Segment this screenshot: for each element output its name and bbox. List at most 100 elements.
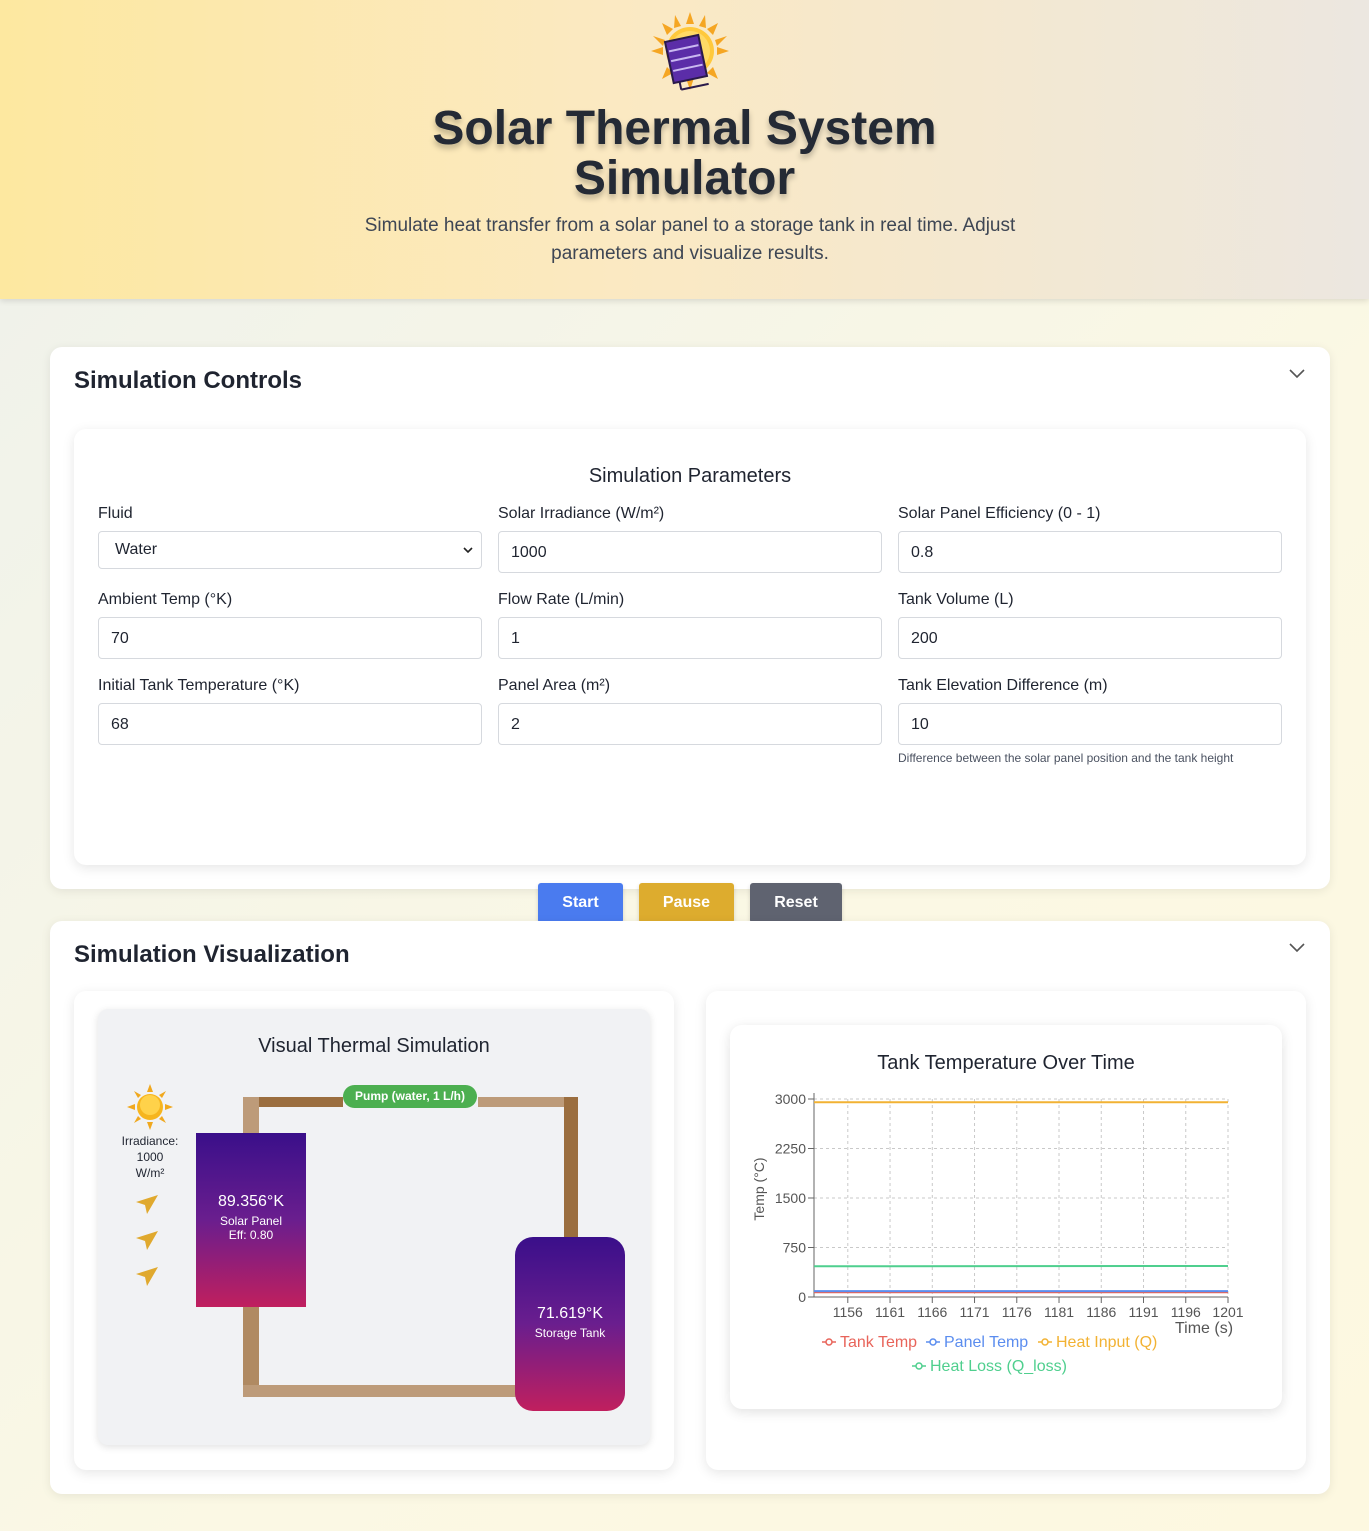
- panel-area-input[interactable]: 2: [498, 703, 882, 745]
- legend-marker-dot: [929, 1338, 937, 1346]
- fluid-field: Fluid Water: [98, 505, 482, 569]
- flow-rate-field: Flow Rate (L/min) 1: [498, 591, 882, 659]
- ambient-temp-input[interactable]: 70: [98, 617, 482, 659]
- initial-tank-temp-label: Initial Tank Temperature (°K): [98, 677, 300, 694]
- irradiance-unit: W/m²: [135, 1166, 165, 1180]
- legend-label: Heat Loss (Q_loss): [930, 1358, 1067, 1375]
- simulation-controls-card: Simulation Controls Simulation Parameter…: [50, 347, 1330, 923]
- chevron-down-icon[interactable]: [1288, 367, 1306, 379]
- visual-simulation-box: Visual Thermal Simulation Irradiance: 10…: [98, 1009, 650, 1445]
- y-tick-label: 0: [798, 1289, 806, 1305]
- sun-ray-arrow-icon: [136, 1267, 158, 1286]
- x-tick-label: 1156: [833, 1304, 863, 1320]
- solar-panel-efficiency: Eff: 0.80: [228, 1228, 274, 1242]
- irradiance-readout: Irradiance: 1000 W/m²: [114, 1133, 186, 1181]
- tank-elevation-field: Tank Elevation Difference (m) 10: [898, 677, 1282, 745]
- irradiance-label: Irradiance:: [121, 1134, 179, 1148]
- chart-title: Tank Temperature Over Time: [877, 1052, 1135, 1074]
- panel-efficiency-label: Solar Panel Efficiency (0 - 1): [898, 505, 1101, 522]
- legend-marker-dot: [915, 1362, 923, 1370]
- storage-tank-temp: 71.619°K: [536, 1305, 603, 1322]
- page-header: Solar Thermal System Simulator Simulate …: [0, 0, 1369, 299]
- x-tick-label: 1166: [917, 1304, 947, 1320]
- title-line-2: Simulator: [573, 152, 796, 205]
- chart-legend: Tank Temp Panel Temp Heat Input (Q) Heat Lo…: [822, 1334, 1157, 1375]
- storage-tank-label: Storage Tank: [534, 1326, 606, 1340]
- tank-temperature-chart: Tank Temperature Over Time 0 750 1500 2250 3…: [751, 1052, 1244, 1375]
- solar-irradiance-field: Solar Irradiance (W/m²) 1000: [498, 505, 882, 573]
- solar-panel-temp: 89.356°K: [217, 1193, 284, 1210]
- pipe-top-right: [478, 1097, 578, 1107]
- tank-elevation-hint: Difference between the solar panel posit…: [898, 751, 1234, 765]
- reset-button[interactable]: Reset: [750, 883, 842, 923]
- simulation-visualization-title: Simulation Visualization: [74, 941, 350, 968]
- simulation-controls-title: Simulation Controls: [74, 367, 302, 394]
- visual-simulation-title: Visual Thermal Simulation: [258, 1035, 490, 1057]
- chart-grid: [814, 1098, 1229, 1298]
- chart-lines: [813, 1101, 1229, 1294]
- pipe-bottom: [243, 1385, 523, 1397]
- legend-marker-dot: [825, 1338, 833, 1346]
- pipe-right-down: [564, 1097, 578, 1237]
- panel-area-field: Panel Area (m²) 2: [498, 677, 882, 745]
- chevron-down-icon[interactable]: [1288, 941, 1306, 953]
- x-tick-label: 1161: [875, 1304, 905, 1320]
- tank-elevation-input[interactable]: 10: [898, 703, 1282, 745]
- pipe-left-top: [243, 1097, 259, 1133]
- tank-elevation-label: Tank Elevation Difference (m): [898, 677, 1108, 694]
- page-title: Solar Thermal System Simulator: [0, 104, 1369, 204]
- initial-tank-temp-input[interactable]: 68: [98, 703, 482, 745]
- y-tick-label: 1500: [775, 1190, 806, 1206]
- x-tick-label: 1196: [1171, 1304, 1201, 1320]
- flow-rate-label: Flow Rate (L/min): [498, 591, 625, 608]
- pipe-left-bottom: [243, 1307, 259, 1395]
- initial-tank-temp-field: Initial Tank Temperature (°K) 68: [98, 677, 482, 745]
- sun-ray-arrow-icon: [136, 1195, 158, 1214]
- title-line-1: Solar Thermal System: [432, 102, 937, 155]
- flow-rate-input[interactable]: 1: [498, 617, 882, 659]
- storage-tank: 71.619°K Storage Tank: [515, 1237, 625, 1411]
- pump-badge: Pump (water, 1 L/h): [343, 1085, 477, 1108]
- y-tick-label: 3000: [775, 1091, 806, 1107]
- ambient-temp-label: Ambient Temp (°K): [98, 591, 233, 608]
- sun-solar-panel-icon: [651, 12, 729, 91]
- ambient-temp-field: Ambient Temp (°K) 70: [98, 591, 482, 659]
- simulation-parameters-panel: Simulation Parameters Fluid Water Solar …: [74, 429, 1306, 923]
- sun-icon: [127, 1084, 173, 1130]
- simulation-visualization-card: Simulation Visualization Visual Thermal …: [50, 921, 1330, 1494]
- solar-irradiance-input[interactable]: 1000: [498, 531, 882, 573]
- x-tick-label: 1181: [1044, 1304, 1074, 1320]
- fluid-select-value: Water: [115, 541, 158, 558]
- chart-x-axis-label: Time (s): [1175, 1320, 1233, 1337]
- fluid-label: Fluid: [98, 505, 133, 522]
- visual-simulation-panel: Visual Thermal Simulation Irradiance: 10…: [74, 991, 674, 1470]
- x-tick-label: 1176: [1002, 1304, 1032, 1320]
- panel-area-label: Panel Area (m²): [498, 677, 611, 694]
- solar-panel-label: Solar Panel: [219, 1214, 283, 1228]
- panel-efficiency-input[interactable]: 0.8: [898, 531, 1282, 573]
- page-subtitle: Simulate heat transfer from a solar pane…: [364, 215, 1016, 264]
- start-button[interactable]: Start: [538, 883, 623, 923]
- pause-button[interactable]: Pause: [639, 883, 734, 923]
- legend-label: Panel Temp: [944, 1334, 1028, 1351]
- tank-volume-input[interactable]: 200: [898, 617, 1282, 659]
- x-tick-label: 1171: [959, 1304, 989, 1320]
- x-tick-label: 1191: [1128, 1304, 1158, 1320]
- legend-marker-dot: [1041, 1338, 1049, 1346]
- tank-volume-field: Tank Volume (L) 200: [898, 591, 1282, 659]
- chart-card: Tank Temperature Over Time 0 750 1500 2250 3…: [730, 1025, 1282, 1409]
- solar-irradiance-label: Solar Irradiance (W/m²): [498, 505, 665, 522]
- panel-efficiency-field: Solar Panel Efficiency (0 - 1) 0.8: [898, 505, 1282, 573]
- simulation-parameters-title: Simulation Parameters: [588, 465, 792, 487]
- fluid-select[interactable]: Water: [98, 531, 482, 569]
- y-tick-label: 750: [783, 1240, 807, 1256]
- chart-y-axis-label: Temp (°C): [751, 1157, 767, 1220]
- irradiance-value: 1000: [136, 1150, 164, 1164]
- chevron-down-icon: [463, 547, 473, 554]
- x-tick-label: 1186: [1086, 1304, 1116, 1320]
- solar-panel: 89.356°K Solar Panel Eff: 0.80: [196, 1133, 306, 1307]
- legend-label: Heat Input (Q): [1056, 1334, 1157, 1351]
- sun-ray-arrow-icon: [136, 1231, 158, 1250]
- x-tick-label: 1201: [1212, 1304, 1243, 1320]
- tank-volume-label: Tank Volume (L): [898, 591, 1014, 608]
